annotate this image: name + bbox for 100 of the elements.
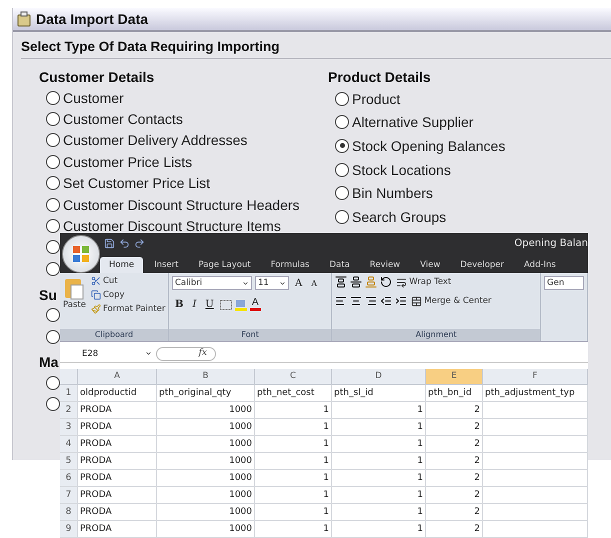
group-heading: Product Details	[328, 68, 431, 87]
increase-indent-icon[interactable]	[395, 295, 408, 308]
group-heading: Su	[39, 286, 57, 305]
wrap-text-button[interactable]: Wrap Text	[395, 276, 452, 288]
copy-button[interactable]: Copy	[90, 290, 166, 300]
radio-button[interactable]	[46, 112, 60, 126]
row-header[interactable]: 2	[60, 402, 78, 419]
table-cell: 1000	[157, 436, 255, 453]
radio-button[interactable]	[46, 397, 60, 412]
table-cell: 1	[332, 504, 426, 521]
decrease-indent-icon[interactable]	[380, 295, 392, 308]
radio-button[interactable]	[46, 262, 60, 276]
borders-icon[interactable]	[220, 300, 232, 310]
row-header[interactable]: 6	[60, 470, 78, 487]
radio-button[interactable]	[46, 198, 60, 212]
align-right-icon[interactable]	[365, 295, 378, 308]
option-label: Product	[352, 90, 400, 107]
top-align-icon[interactable]	[335, 276, 348, 288]
table-cell: 1000	[157, 452, 255, 470]
radio-button[interactable]	[46, 219, 60, 234]
scissors-icon	[90, 276, 101, 286]
option-label: Bin Numbers	[352, 185, 433, 202]
grow-font-button[interactable]: A	[292, 278, 306, 289]
clipboard-icon	[16, 11, 32, 27]
radio-button[interactable]	[46, 90, 60, 105]
column-header[interactable]: A	[78, 368, 157, 385]
undo-icon[interactable]	[119, 238, 130, 250]
row-header[interactable]: 7	[60, 486, 78, 504]
save-icon[interactable]	[104, 238, 115, 250]
font-color-button[interactable]: A	[250, 298, 261, 312]
ribbon-tab[interactable]: View	[411, 257, 450, 274]
radio-button[interactable]	[46, 176, 60, 190]
bold-button[interactable]: B	[172, 299, 186, 310]
option-label: Customer Delivery Addresses	[63, 132, 248, 148]
table-cell: 1	[255, 402, 332, 419]
redo-icon[interactable]	[134, 238, 145, 250]
ribbon-tab[interactable]: Review	[360, 257, 410, 274]
column-header[interactable]: F	[483, 368, 588, 385]
radio-button[interactable]	[335, 115, 349, 130]
table-cell: 1	[255, 452, 332, 470]
radio-button[interactable]	[46, 330, 60, 344]
row-header[interactable]: 4	[60, 436, 78, 453]
radio-button[interactable]	[46, 133, 60, 148]
number-format-field[interactable]: Gen	[544, 276, 584, 290]
column-header[interactable]: D	[332, 368, 426, 385]
ribbon-tab[interactable]: Page Layout	[190, 257, 260, 274]
italic-button[interactable]: I	[189, 299, 200, 310]
row-header[interactable]: 3	[60, 418, 78, 436]
table-cell: PRODA	[78, 504, 157, 521]
merge-cells-icon	[411, 296, 422, 307]
ribbon-tab[interactable]: Developer	[451, 257, 514, 274]
ribbon-tab[interactable]: Formulas	[262, 257, 318, 274]
ribbon-tab[interactable]: Add-Ins	[515, 257, 565, 274]
table-cell: 1000	[157, 486, 255, 504]
table-cell: 2	[426, 418, 483, 436]
ribbon-tab[interactable]: Home	[100, 257, 144, 274]
radio-button[interactable]	[335, 92, 349, 106]
format-painter-button[interactable]: Format Painter	[90, 304, 166, 314]
orientation-icon[interactable]	[380, 276, 392, 288]
radio-button[interactable]	[46, 308, 60, 322]
radio-button[interactable]	[335, 162, 349, 177]
radio-button[interactable]	[335, 210, 349, 224]
merge-center-button[interactable]: Merge & Center	[410, 296, 492, 307]
cut-button[interactable]: Cut	[90, 276, 166, 286]
column-header[interactable]: C	[255, 368, 332, 385]
column-header[interactable]: B	[157, 368, 255, 385]
function-button[interactable]: fx	[156, 346, 216, 361]
group-label: Alignment	[332, 328, 540, 341]
row-header[interactable]: 9	[60, 520, 78, 538]
ribbon-tab[interactable]: Data	[320, 257, 359, 274]
align-center-icon[interactable]	[350, 295, 362, 308]
radio-button[interactable]	[46, 154, 60, 169]
table-cell: PRODA	[78, 402, 157, 419]
radio-button[interactable]	[335, 186, 349, 200]
row-header[interactable]: 1	[60, 384, 78, 402]
section-title: Select Type Of Data Requiring Importing	[21, 39, 280, 54]
paste-button[interactable]: Paste	[63, 276, 86, 326]
table-cell: 2	[426, 520, 483, 538]
font-size-field[interactable]: 11	[255, 276, 289, 290]
underline-button[interactable]: U	[202, 299, 217, 310]
table-cell: 1	[255, 486, 332, 504]
column-header[interactable]: E	[426, 368, 483, 385]
fill-color-icon[interactable]	[234, 298, 247, 311]
window-title: Data Import Data	[36, 11, 148, 27]
font-name-field[interactable]: Calibri	[172, 276, 252, 290]
ribbon-tab[interactable]: Insert	[145, 257, 188, 274]
group-heading: Customer Details	[39, 68, 154, 87]
radio-button[interactable]	[46, 240, 60, 254]
table-cell: 1000	[157, 520, 255, 538]
table-cell: 1000	[157, 402, 255, 419]
table-cell: 2	[426, 470, 483, 487]
radio-button[interactable]	[46, 376, 60, 390]
align-left-icon[interactable]	[335, 295, 348, 308]
middle-align-icon[interactable]	[350, 276, 362, 288]
radio-button[interactable]	[335, 138, 349, 153]
table-cell: PRODA	[78, 436, 157, 453]
shrink-font-button[interactable]: A	[308, 278, 320, 288]
row-header[interactable]: 8	[60, 504, 78, 521]
row-header[interactable]: 5	[60, 452, 78, 470]
name-box[interactable]: E28	[60, 346, 156, 362]
